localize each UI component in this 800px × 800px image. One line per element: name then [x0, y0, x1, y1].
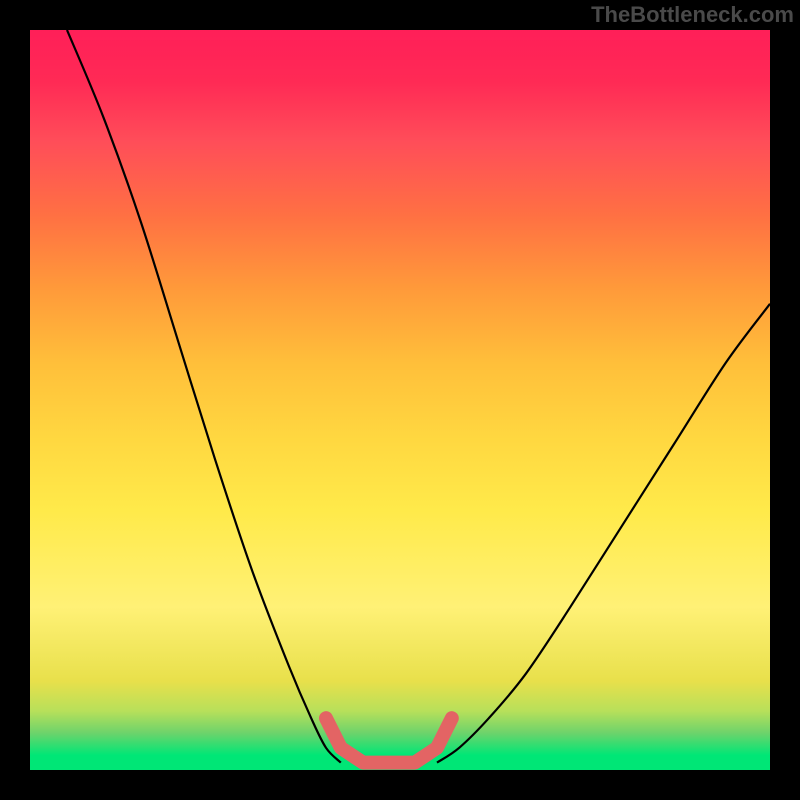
watermark-text: TheBottleneck.com	[591, 2, 794, 28]
chart-stage: TheBottleneck.com	[0, 0, 800, 800]
marker-band	[30, 30, 770, 770]
plot-area	[30, 30, 770, 770]
